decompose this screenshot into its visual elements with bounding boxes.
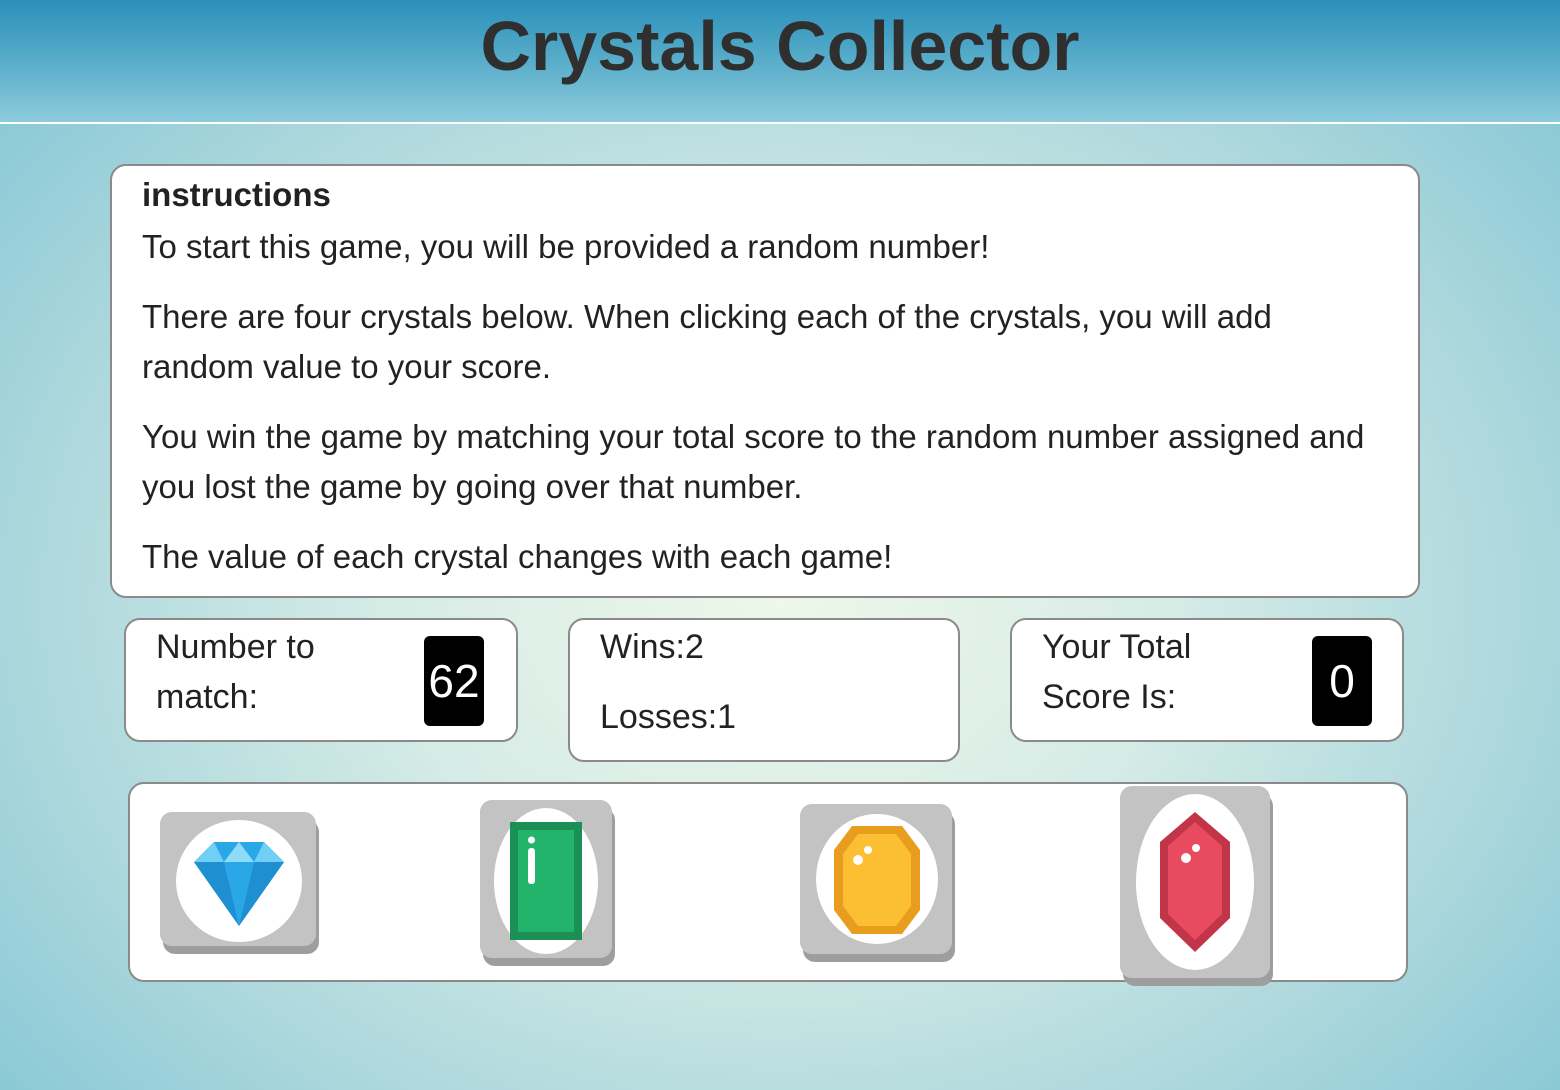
total-score-value: 0 — [1312, 636, 1372, 726]
crystal-button-green[interactable] — [480, 800, 612, 958]
crystals-panel — [128, 782, 1408, 982]
page-title: Crystals Collector — [480, 7, 1080, 85]
crystal-button-yellow[interactable] — [800, 804, 952, 954]
instruction-paragraph: You win the game by matching your total … — [142, 418, 1365, 505]
wins-counter: Wins:2 — [600, 628, 704, 666]
instruction-paragraph: There are four crystals below. When clic… — [142, 298, 1272, 385]
losses-counter: Losses:1 — [600, 698, 737, 736]
red-ruby-icon — [1160, 812, 1230, 952]
record-panel: Wins:2 Losses:1 — [568, 618, 960, 762]
instruction-paragraph: To start this game, you will be provided… — [142, 228, 990, 265]
target-number-value: 62 — [424, 636, 484, 726]
green-emerald-icon — [510, 822, 582, 940]
header-banner: Crystals Collector — [0, 0, 1560, 124]
target-number-panel: Number to match: 62 — [124, 618, 518, 742]
total-score-panel: Your Total Score Is: 0 — [1010, 618, 1404, 742]
blue-diamond-icon — [194, 842, 284, 926]
crystal-button-blue[interactable] — [160, 812, 316, 946]
total-score-label: Your Total Score Is: — [1042, 628, 1192, 716]
instructions-panel: instructions To start this game, you wil… — [110, 164, 1420, 598]
target-number-label: Number to match: — [156, 628, 315, 716]
yellow-topaz-icon — [834, 826, 920, 934]
instructions-heading: instructions — [142, 176, 331, 213]
crystal-button-red[interactable] — [1120, 786, 1270, 978]
instruction-paragraph: The value of each crystal changes with e… — [142, 538, 893, 575]
